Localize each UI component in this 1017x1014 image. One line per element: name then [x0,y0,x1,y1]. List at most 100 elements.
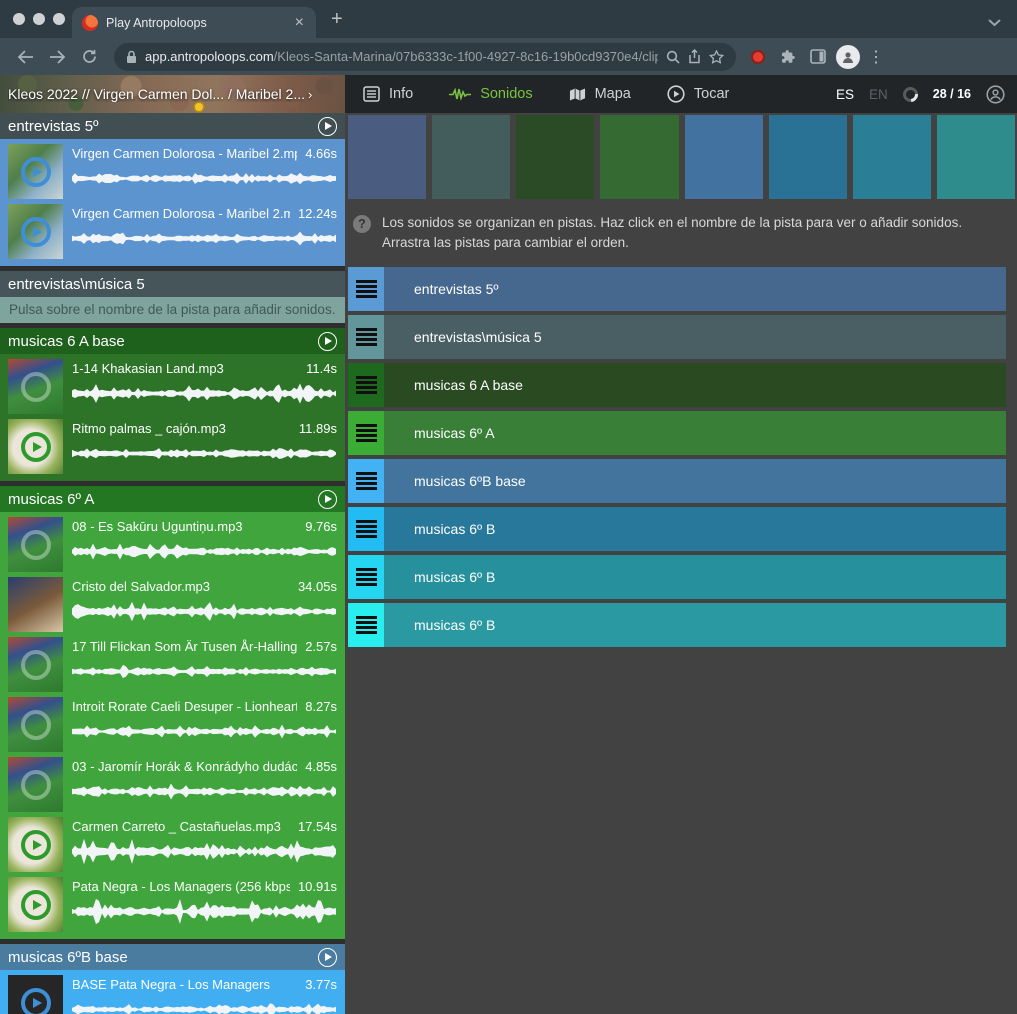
color-swatch[interactable] [516,115,594,199]
clip-thumbnail[interactable] [8,697,63,752]
tab-close-icon[interactable]: × [293,15,306,31]
clip-play-icon[interactable] [8,419,63,474]
lang-es-button[interactable]: ES [836,87,854,102]
track-name-bar[interactable]: musicas 6º B [384,555,1006,599]
clip-play-icon[interactable] [8,877,63,932]
audio-clip[interactable]: Virgen Carmen Dolorosa - Maribel 2.mp312… [8,204,337,259]
tab-search-chevron-icon[interactable] [988,14,1001,32]
color-swatch[interactable] [685,115,763,199]
track-name-bar[interactable]: entrevistas\música 5 [384,315,1006,359]
tab-mapa[interactable]: Mapa [569,86,631,102]
audio-clip[interactable]: Virgen Carmen Dolorosa - Maribel 2.mp34.… [8,144,337,199]
clip-thumbnail[interactable] [8,757,63,812]
audio-clip[interactable]: Carmen Carreto _ Castañuelas.mp317.54s [8,817,337,872]
clip-thumbnail[interactable] [8,419,63,474]
color-swatch[interactable] [600,115,678,199]
track-section-header[interactable]: musicas 6ºB base [0,944,345,970]
track-section-header[interactable]: entrevistas 5º [0,113,345,139]
track-name-bar[interactable]: musicas 6º B [384,507,1006,551]
clip-play-icon[interactable] [8,637,63,692]
audio-clip[interactable]: Cristo del Salvador.mp334.05s [8,577,337,632]
audio-clip[interactable]: 08 - Es Sakūru Uguntiņu.mp39.76s [8,517,337,572]
account-icon[interactable] [986,85,1005,104]
clip-thumbnail[interactable] [8,517,63,572]
track-row[interactable]: musicas 6ºB base [348,459,1006,503]
clip-play-icon[interactable] [8,204,63,259]
tab-tocar[interactable]: Tocar [667,85,729,103]
clip-thumbnail[interactable] [8,817,63,872]
clip-thumbnail[interactable] [8,144,63,199]
traffic-light-minimize[interactable] [33,13,45,25]
clip-thumbnail[interactable] [8,204,63,259]
forward-button[interactable] [42,43,72,71]
new-tab-button[interactable]: + [331,8,343,31]
track-drag-handle[interactable] [348,363,384,407]
clip-play-icon[interactable] [8,517,63,572]
section-play-button[interactable] [318,490,337,509]
track-row[interactable]: musicas 6º A [348,411,1006,455]
track-section-header[interactable]: musicas 6º A [0,486,345,512]
clip-thumbnail[interactable] [8,975,63,1014]
profile-avatar[interactable] [834,45,862,69]
track-name-bar[interactable]: musicas 6 A base [384,363,1006,407]
track-name-bar[interactable]: musicas 6º B [384,603,1006,647]
track-drag-handle[interactable] [348,507,384,551]
track-drag-handle[interactable] [348,411,384,455]
audio-clip[interactable]: Introit Rorate Caeli Desuper - Lionheart… [8,697,337,752]
audio-clip[interactable]: Pata Negra - Los Managers (256 kbps).mp3… [8,877,337,932]
browser-menu-icon[interactable]: ⋮ [864,47,888,67]
audio-clip[interactable]: BASE Pata Negra - Los Managers3.77s [8,975,337,1014]
clip-play-icon[interactable] [8,144,63,199]
lang-en-button[interactable]: EN [869,87,888,102]
clip-thumbnail[interactable] [8,637,63,692]
tab-info[interactable]: Info [363,86,413,102]
tab-sonidos[interactable]: Sonidos [449,86,532,102]
bookmark-star-icon[interactable] [709,50,724,64]
clip-play-icon[interactable] [8,975,63,1014]
color-swatch[interactable] [937,115,1015,199]
zoom-icon[interactable] [666,50,680,64]
track-drag-handle[interactable] [348,267,384,311]
clip-thumbnail[interactable] [8,877,63,932]
traffic-light-maximize[interactable] [53,13,65,25]
traffic-light-close[interactable] [13,13,25,25]
audio-clip[interactable]: Ritmo palmas _ cajón.mp311.89s [8,419,337,474]
section-play-button[interactable] [318,948,337,967]
clip-thumbnail[interactable] [8,359,63,414]
track-row[interactable]: entrevistas\música 5 [348,315,1006,359]
track-row[interactable]: musicas 6º B [348,507,1006,551]
audio-clip[interactable]: 03 - Jaromír Horák & Konrádyho dudácká .… [8,757,337,812]
track-name-bar[interactable]: musicas 6º A [384,411,1006,455]
color-swatch[interactable] [432,115,510,199]
audio-clip[interactable]: 17 Till Flickan Som Är Tusen År-Halling … [8,637,337,692]
back-button[interactable] [10,43,40,71]
clip-play-icon[interactable] [8,697,63,752]
address-bar[interactable]: app.antropoloops.com/Kleos-Santa-Marina/… [114,43,736,71]
clip-play-icon[interactable] [8,359,63,414]
color-swatch[interactable] [769,115,847,199]
track-row[interactable]: musicas 6 A base [348,363,1006,407]
section-play-button[interactable] [318,332,337,351]
record-extension-icon[interactable] [744,50,772,64]
color-swatch[interactable] [853,115,931,199]
track-row[interactable]: musicas 6º B [348,555,1006,599]
reload-button[interactable] [74,43,104,71]
side-panel-icon[interactable] [804,49,832,64]
clip-play-icon[interactable] [8,757,63,812]
clip-thumbnail[interactable] [8,577,63,632]
track-name-bar[interactable]: musicas 6ºB base [384,459,1006,503]
track-row[interactable]: musicas 6º B [348,603,1006,647]
browser-tab[interactable]: Play Antropoloops × [72,7,316,38]
clip-play-icon[interactable] [8,817,63,872]
track-drag-handle[interactable] [348,459,384,503]
section-play-button[interactable] [318,117,337,136]
track-drag-handle[interactable] [348,315,384,359]
track-drag-handle[interactable] [348,555,384,599]
track-section-header[interactable]: entrevistas\música 5 [0,271,345,297]
track-drag-handle[interactable] [348,603,384,647]
extensions-puzzle-icon[interactable] [774,48,802,65]
color-swatch[interactable] [348,115,426,199]
share-icon[interactable] [688,49,701,64]
track-row[interactable]: entrevistas 5º [348,267,1006,311]
track-name-bar[interactable]: entrevistas 5º [384,267,1006,311]
